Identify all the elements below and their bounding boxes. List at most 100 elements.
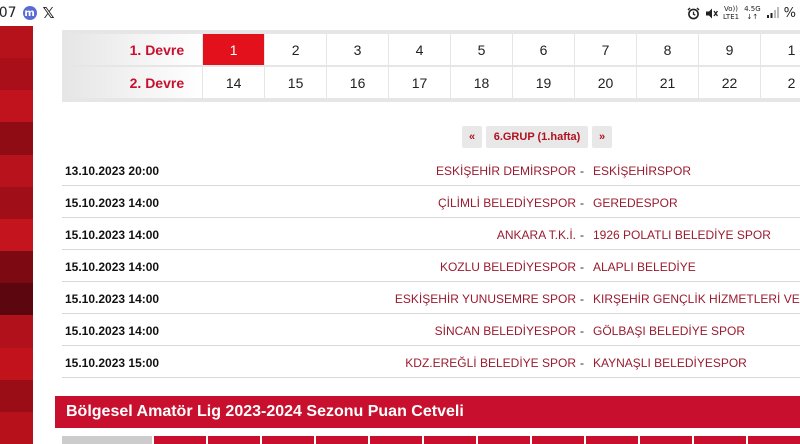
- match-row: 15.10.2023 14:00 ESKİŞEHİR YUNUSEMRE SPOR…: [62, 282, 800, 314]
- match-date: 15.10.2023 14:00: [65, 324, 160, 338]
- home-team-link[interactable]: ESKİŞEHİR YUNUSEMRE SPOR: [395, 292, 576, 306]
- next-week-button[interactable]: »: [592, 126, 612, 148]
- left-decorative-strip: [0, 26, 33, 444]
- strip-segment: [0, 26, 33, 59]
- strip-segment: [0, 218, 33, 252]
- second-half-round-16[interactable]: 16: [327, 67, 389, 98]
- standings-column-header: [640, 436, 692, 444]
- match-row: 15.10.2023 14:00 SİNCAN BELEDİYESPOR - GÖLB…: [62, 314, 800, 346]
- first-half-round-5[interactable]: 5: [451, 34, 513, 65]
- match-separator: -: [580, 196, 584, 210]
- second-half-round-18[interactable]: 18: [451, 67, 513, 98]
- x-app-icon: 𝕏: [42, 4, 55, 22]
- first-half-round-9[interactable]: 9: [698, 34, 760, 65]
- match-date: 15.10.2023 15:00: [65, 356, 160, 370]
- battery-percent: %: [783, 5, 796, 21]
- strip-segment: [0, 122, 33, 155]
- second-half-rounds: 2. Devre 14 15 16 17 18 19 20 21 22 2: [66, 67, 800, 99]
- match-separator: -: [580, 164, 584, 178]
- standings-title: Bölgesel Amatör Lig 2023-2024 Sezonu Pua…: [55, 396, 800, 428]
- match-row: 15.10.2023 14:00 KOZLU BELEDİYESPOR - ALAPL…: [62, 250, 800, 282]
- first-half-round-6[interactable]: 6: [513, 34, 575, 65]
- away-team-link[interactable]: KIRŞEHİR GENÇLİK HİZMETLERİ VE SPOR: [593, 292, 800, 306]
- strip-segment: [0, 154, 33, 187]
- match-row: 15.10.2023 14:00 ÇİLİMLİ BELEDİYESPOR - GER…: [62, 186, 800, 218]
- second-half-label: 2. Devre: [66, 67, 203, 98]
- home-team-link[interactable]: ESKİŞEHİR DEMİRSPOR: [436, 164, 576, 178]
- home-team-link[interactable]: KOZLU BELEDİYESPOR: [440, 260, 576, 274]
- away-team-link[interactable]: ESKİŞEHİRSPOR: [593, 164, 691, 178]
- strip-segment: [0, 251, 33, 284]
- match-separator: -: [580, 228, 584, 242]
- strip-segment: [0, 315, 33, 348]
- second-half-round-2[interactable]: 2: [760, 67, 800, 98]
- round-selector: 1. Devre 1234567891 2. Devre 14 15 16 17 18 1…: [62, 30, 800, 102]
- match-row: 15.10.2023 14:00 ANKARA T.K.İ. -1926 POLAT…: [62, 218, 800, 250]
- first-half-round-4[interactable]: 4: [389, 34, 451, 65]
- alarm-icon: [687, 7, 700, 19]
- standings-column-header: [370, 436, 422, 444]
- first-half-round-1[interactable]: 1: [203, 34, 265, 65]
- group-week-title[interactable]: 6.GRUP (1.hafta): [486, 126, 588, 148]
- standings-column-header: [532, 436, 584, 444]
- second-half-round-22[interactable]: 22: [698, 67, 760, 98]
- match-separator: -: [580, 292, 584, 306]
- first-half-rounds: 1. Devre 1234567891: [66, 34, 800, 66]
- group-navigation: « 6.GRUP (1.hafta) »: [462, 126, 612, 148]
- strip-segment: [0, 90, 33, 123]
- home-team-link[interactable]: KDZ.EREĞLİ BELEDİYE SPOR: [405, 356, 576, 370]
- first-half-round-8[interactable]: 8: [637, 34, 698, 65]
- standings-column-header: [316, 436, 368, 444]
- away-team-link[interactable]: KAYNAŞLI BELEDİYESPOR: [593, 356, 747, 370]
- first-half-round-1[interactable]: 1: [760, 34, 800, 65]
- strip-segment: [0, 347, 33, 380]
- standings-column-header: [208, 436, 260, 444]
- second-half-round-21[interactable]: 21: [637, 67, 698, 98]
- second-half-round-17[interactable]: 17: [389, 67, 451, 98]
- strip-segment: [0, 411, 33, 444]
- away-team-link[interactable]: GEREDESPOR: [593, 196, 678, 210]
- second-half-round-15[interactable]: 15: [265, 67, 327, 98]
- standings-column-header: [62, 436, 152, 444]
- volte-indicator: Vo)) LTE1: [722, 5, 740, 21]
- second-half-round-14[interactable]: 14: [203, 67, 265, 98]
- standings-table-header: [62, 436, 800, 444]
- standings-column-header: [694, 436, 746, 444]
- standings-column-header: [478, 436, 530, 444]
- standings-column-header: [586, 436, 638, 444]
- match-row: 13.10.2023 20:00 ESKİŞEHİR DEMİRSPOR - ESKİ…: [62, 154, 800, 186]
- match-date: 15.10.2023 14:00: [65, 292, 160, 306]
- home-team-link[interactable]: ANKARA T.K.İ.: [497, 228, 576, 242]
- strip-segment: [0, 186, 33, 219]
- match-separator: -: [580, 324, 584, 338]
- previous-week-button[interactable]: «: [462, 126, 482, 148]
- away-team-link[interactable]: ALAPLI BELEDİYE: [593, 260, 696, 274]
- match-separator: -: [580, 260, 584, 274]
- home-team-link[interactable]: SİNCAN BELEDİYESPOR: [435, 324, 576, 338]
- strip-segment: [0, 283, 33, 316]
- status-bar: :07 m 𝕏 Vo))LTE1 4.5G↓↑ %: [0, 0, 800, 26]
- match-date: 13.10.2023 20:00: [65, 164, 160, 178]
- match-date: 15.10.2023 14:00: [65, 228, 160, 242]
- match-row: 15.10.2023 15:00 KDZ.EREĞLİ BELEDİYE SPOR…: [62, 346, 800, 378]
- first-half-round-3[interactable]: 3: [327, 34, 389, 65]
- away-team-link[interactable]: 1926 POLATLI BELEDİYE SPOR: [593, 228, 771, 242]
- second-half-round-20[interactable]: 20: [575, 67, 636, 98]
- match-date: 15.10.2023 14:00: [65, 196, 160, 210]
- standings-column-header: [154, 436, 206, 444]
- fixture-list: 13.10.2023 20:00 ESKİŞEHİR DEMİRSPOR - ESKİ…: [62, 154, 800, 378]
- standings-column-header: [262, 436, 314, 444]
- second-half-round-19[interactable]: 19: [513, 67, 575, 98]
- match-date: 15.10.2023 14:00: [65, 260, 160, 274]
- home-team-link[interactable]: ÇİLİMLİ BELEDİYESPOR: [438, 196, 576, 210]
- first-half-round-7[interactable]: 7: [575, 34, 636, 65]
- strip-segment: [0, 379, 33, 412]
- strip-segment: [0, 58, 33, 91]
- first-half-round-2[interactable]: 2: [265, 34, 327, 65]
- standings-column-header: [748, 436, 800, 444]
- signal-icon: [766, 7, 779, 18]
- away-team-link[interactable]: GÖLBAŞI BELEDİYE SPOR: [593, 324, 745, 338]
- clock: :07: [0, 5, 17, 21]
- mute-icon: [705, 8, 718, 18]
- network-type-indicator: 4.5G ↓↑: [744, 5, 761, 21]
